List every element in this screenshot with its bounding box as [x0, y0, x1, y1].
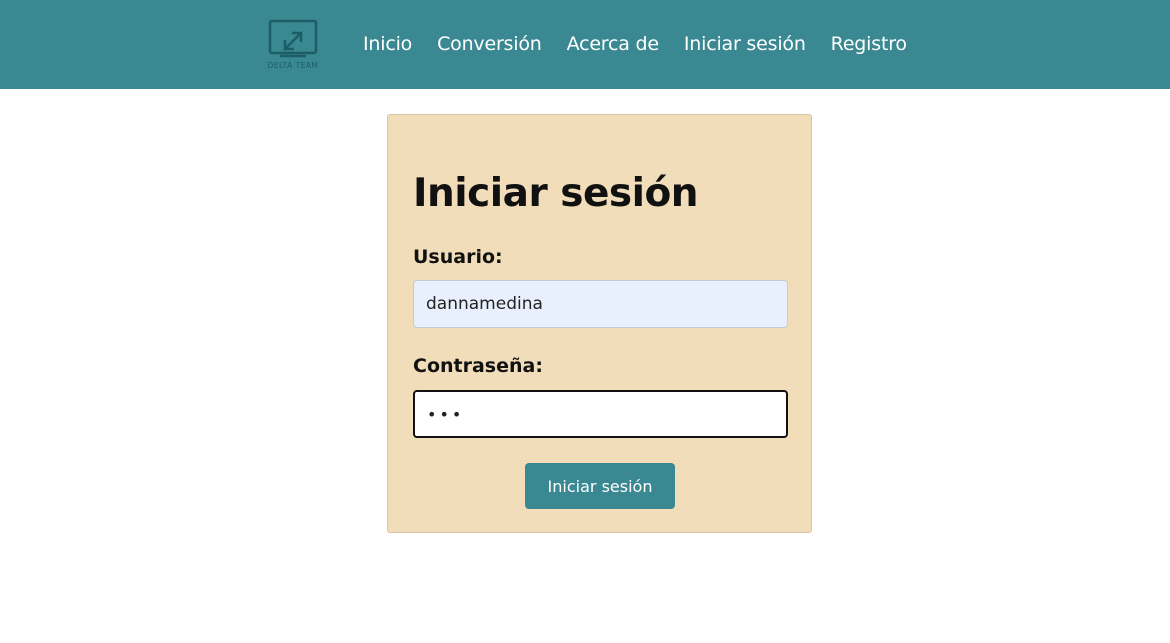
password-input[interactable] [413, 390, 788, 438]
navbar: DELTA TEAM Inicio Conversión Acerca de I… [0, 0, 1170, 89]
password-label: Contraseña: [413, 355, 543, 377]
username-label: Usuario: [413, 246, 503, 268]
nav-link-conversion[interactable]: Conversión [437, 31, 542, 57]
nav-link-inicio[interactable]: Inicio [363, 31, 412, 57]
username-input[interactable] [413, 280, 788, 328]
login-form: Iniciar sesión Usuario: Contraseña: Inic… [387, 114, 812, 533]
nav-menu: Inicio Conversión Acerca de Iniciar sesi… [363, 31, 932, 57]
nav-link-acerca-de[interactable]: Acerca de [567, 31, 659, 57]
monitor-upload-arrow-icon: DELTA TEAM [267, 19, 318, 70]
login-title: Iniciar sesión [413, 171, 699, 216]
login-button[interactable]: Iniciar sesión [525, 463, 675, 509]
nav-link-iniciar-sesion[interactable]: Iniciar sesión [684, 31, 806, 57]
logo-text: DELTA TEAM [267, 61, 318, 70]
logo[interactable]: DELTA TEAM [266, 18, 322, 72]
nav-link-registro[interactable]: Registro [831, 31, 907, 57]
